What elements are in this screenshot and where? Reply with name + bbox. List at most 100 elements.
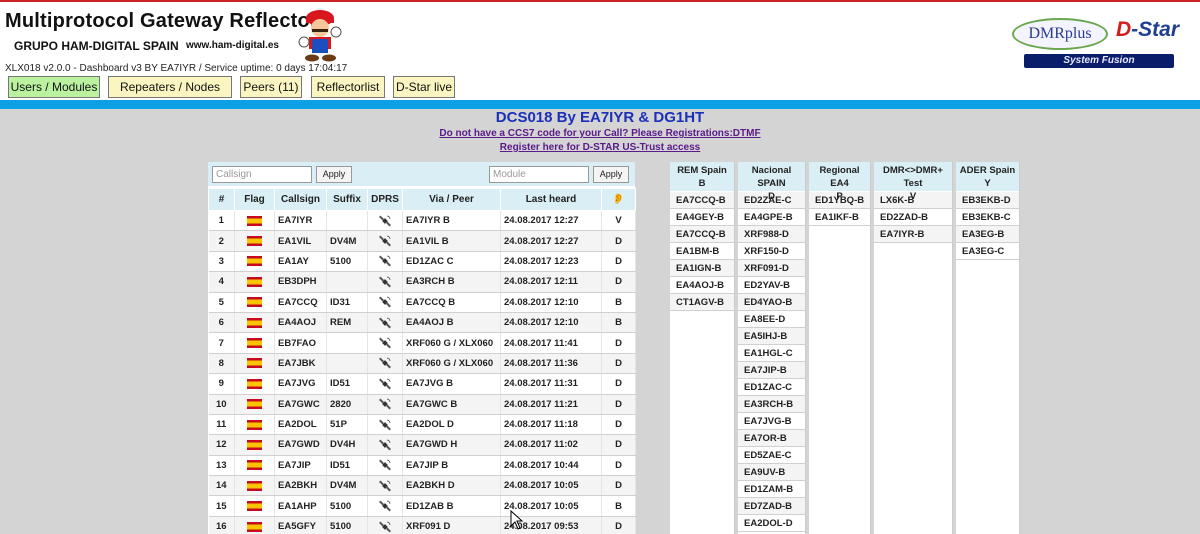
satellite-icon[interactable] (379, 439, 391, 451)
satellite-icon[interactable] (379, 317, 391, 329)
satellite-icon[interactable] (379, 378, 391, 390)
satellite-icon[interactable] (379, 357, 391, 369)
module-user-item[interactable]: EA2DOL-D (738, 515, 805, 532)
module-user-item[interactable]: EB3EKB-C (956, 209, 1019, 226)
satellite-icon[interactable] (379, 459, 391, 471)
callsign[interactable]: EA7JBK (274, 353, 327, 375)
table-row: 6 EA4AOJ REM EA4AOJ B 24.08.2017 12:10 B (208, 312, 636, 334)
module-user-item[interactable]: EA4AOJ-B (670, 277, 734, 294)
module-user-item[interactable]: ED4YAO-B (738, 294, 805, 311)
satellite-icon[interactable] (379, 337, 391, 349)
module-user-item[interactable]: EA1IGN-B (670, 260, 734, 277)
callsign[interactable]: EB3DPH (274, 271, 327, 293)
tab-reflectorlist[interactable]: Reflectorlist (311, 76, 385, 98)
satellite-icon[interactable] (379, 235, 391, 247)
callsign-apply-button[interactable]: Apply (316, 166, 352, 183)
callsign[interactable]: EA7GWD (274, 434, 327, 456)
row-number: 6 (208, 312, 235, 334)
satellite-icon[interactable] (379, 255, 391, 267)
callsign[interactable]: EA1AHP (274, 495, 327, 517)
callsign[interactable]: EA7GWC (274, 394, 327, 415)
module-user-item[interactable]: CT1AGV-B (670, 294, 734, 311)
module-user-item[interactable]: XRF091-D (738, 260, 805, 277)
satellite-icon[interactable] (379, 521, 391, 533)
dprs-cell (367, 292, 403, 313)
tab-repeaters-nodes[interactable]: Repeaters / Nodes (55) (108, 76, 232, 114)
module-user-item[interactable]: EA7CCQ-B (670, 226, 734, 243)
module-user-item[interactable]: EA5IHJ-B (738, 328, 805, 345)
module-user-item[interactable]: EA7OR-B (738, 430, 805, 447)
via-peer: EA1VIL B (402, 230, 501, 252)
module-user-item[interactable]: ED5ZAE-C (738, 447, 805, 464)
module-user-item[interactable]: ED1YBQ-B (809, 192, 870, 209)
module-user-item[interactable]: EA7JIP-B (738, 362, 805, 379)
satellite-icon[interactable] (379, 276, 391, 288)
module-user-item[interactable]: EA9UV-B (738, 464, 805, 481)
spain-flag-icon (247, 378, 262, 389)
table-row: 12 EA7GWD DV4H EA7GWD H 24.08.2017 11:02 D (208, 434, 636, 456)
callsign[interactable]: EA7JVG (274, 373, 327, 395)
module-user-item[interactable]: ED7ZAD-B (738, 498, 805, 515)
satellite-icon[interactable] (379, 500, 391, 512)
suffix (326, 210, 368, 232)
module-user-item[interactable]: ED2ZAD-B (874, 209, 952, 226)
satellite-icon[interactable] (379, 419, 391, 431)
module-user-item[interactable]: EA7IYR-B (874, 226, 952, 243)
callsign[interactable]: EA1AY (274, 251, 327, 273)
module-user-item[interactable]: EA3EG-B (956, 226, 1019, 243)
callsign[interactable]: EA7JIP (274, 455, 327, 477)
module-user-item[interactable]: XRF988-D (738, 226, 805, 243)
flag-cell (234, 353, 275, 375)
callsign[interactable]: EA5GFY (274, 516, 327, 534)
module-letter: D (601, 516, 636, 534)
module-filter-input[interactable] (489, 166, 589, 183)
callsign[interactable]: EA2BKH (274, 475, 327, 497)
callsign[interactable]: EA7IYR (274, 210, 327, 232)
satellite-icon[interactable] (379, 215, 391, 227)
module-user-item[interactable]: EA3EG-C (956, 243, 1019, 260)
module-apply-button[interactable]: Apply (593, 166, 629, 183)
group-url[interactable]: www.ham-digital.es (186, 40, 279, 51)
module-user-item[interactable]: EA1IKF-B (809, 209, 870, 226)
flag-cell (234, 292, 275, 313)
module-letter: D (601, 394, 636, 415)
dstar-us-trust-link[interactable]: Register here for D-STAR US-Trust access (0, 142, 1200, 153)
callsign[interactable]: EB7FAO (274, 332, 327, 354)
module-user-item[interactable]: EB3EKB-D (956, 192, 1019, 209)
module-name: ADER Spain (959, 165, 1016, 176)
module-user-item[interactable]: EA7CCQ-B (670, 192, 734, 209)
module-user-item[interactable]: EA8EE-D (738, 311, 805, 328)
ccs7-registration-link[interactable]: Do not have a CCS7 code for your Call? P… (0, 128, 1200, 139)
module-user-item[interactable]: EA3RCH-B (738, 396, 805, 413)
satellite-icon[interactable] (379, 398, 391, 410)
callsign[interactable]: EA2DOL (274, 414, 327, 436)
module-user-item[interactable]: ED1ZAM-B (738, 481, 805, 498)
satellite-icon[interactable] (379, 480, 391, 492)
table-row: 4 EB3DPH EA3RCH B 24.08.2017 12:11 D (208, 271, 636, 293)
ear-icon: 👂 (601, 188, 636, 211)
row-number: 15 (208, 495, 235, 517)
callsign[interactable]: EA7CCQ (274, 292, 327, 313)
module-user-item[interactable]: EA4GPE-B (738, 209, 805, 226)
callsign-filter-input[interactable] (212, 166, 312, 183)
module-user-item[interactable]: LX6K-B (874, 192, 952, 209)
module-column: DMR<>DMR+ TestVLX6K-BED2ZAD-BEA7IYR-B (874, 162, 953, 534)
module-user-item[interactable]: EA1HGL-C (738, 345, 805, 362)
module-user-item[interactable]: ED2ZAE-C (738, 192, 805, 209)
module-user-item[interactable]: EA4GEY-B (670, 209, 734, 226)
satellite-icon[interactable] (379, 296, 391, 308)
module-user-item[interactable]: EA7JVG-B (738, 413, 805, 430)
callsign[interactable]: EA4AOJ (274, 312, 327, 334)
module-user-item[interactable]: XRF150-D (738, 243, 805, 260)
flag-cell (234, 332, 275, 354)
tab-dstar-live[interactable]: D-Star live (393, 76, 455, 98)
spain-flag-icon (247, 338, 262, 349)
callsign[interactable]: EA1VIL (274, 230, 327, 252)
tab-users-modules[interactable]: Users / Modules (8, 76, 100, 98)
tab-peers[interactable]: Peers (11) (240, 76, 302, 98)
flag-cell (234, 394, 275, 415)
module-user-item[interactable]: ED1ZAC-C (738, 379, 805, 396)
col-header-flag: Flag (234, 188, 275, 211)
module-user-item[interactable]: EA1BM-B (670, 243, 734, 260)
module-user-item[interactable]: ED2YAV-B (738, 277, 805, 294)
